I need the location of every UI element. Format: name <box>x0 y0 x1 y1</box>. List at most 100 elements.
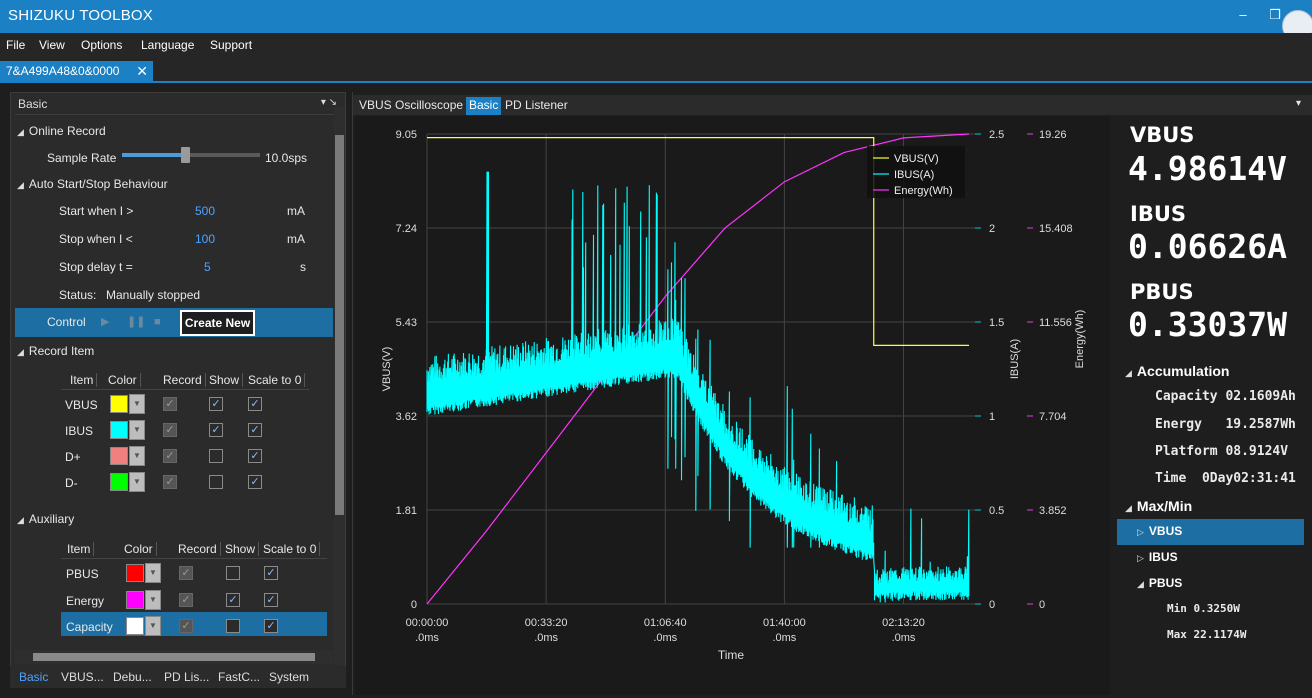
color-swatch[interactable] <box>126 590 144 609</box>
horizontal-scrollbar[interactable] <box>15 650 333 664</box>
restore-button[interactable]: ❒ <box>1266 6 1284 24</box>
show-checkbox[interactable]: ✓ <box>226 592 240 607</box>
tab-pd-listener-chart[interactable]: PD Listener <box>502 97 571 115</box>
grid-item-label: D+ <box>65 450 81 464</box>
scale-to-zero-checkbox[interactable]: ✓ <box>264 566 278 580</box>
auto-start-stop-section[interactable]: ◢ Auto Start/Stop Behaviour <box>17 177 168 191</box>
start-when-input[interactable]: 500 <box>195 204 215 218</box>
close-icon[interactable]: ✕ <box>136 63 148 80</box>
tab-debug[interactable]: Debu... <box>113 670 152 684</box>
chevron-down-icon[interactable]: ▼ <box>145 589 161 610</box>
menu-file[interactable]: File <box>6 38 25 52</box>
energy-tick-label: 3.852 <box>1039 505 1067 517</box>
menu-language[interactable]: Language <box>141 38 194 52</box>
expand-icon: ◢ <box>17 127 24 137</box>
scale-to-zero-checkbox[interactable]: ✓ <box>264 619 278 633</box>
record-checkbox: ✓ <box>163 423 177 437</box>
record-item-section[interactable]: ◢ Record Item <box>17 344 94 358</box>
chevron-down-icon[interactable]: ▼ <box>129 420 145 440</box>
stop-icon[interactable]: ■ <box>154 316 166 328</box>
tab-vbus[interactable]: VBUS... <box>61 670 104 684</box>
ibus-tick-label: 0 <box>989 599 995 611</box>
stop-delay-input[interactable]: 5 <box>204 260 211 274</box>
chevron-down-icon[interactable]: ▼ <box>145 563 161 583</box>
color-swatch[interactable] <box>110 395 128 413</box>
x-tick-label: .0ms <box>415 632 439 644</box>
vbus-tick-label: 1.81 <box>396 505 417 517</box>
auxiliary-section[interactable]: ◢ Auxiliary <box>17 512 74 526</box>
color-swatch[interactable] <box>126 564 144 582</box>
show-checkbox[interactable] <box>226 619 240 633</box>
panel-menu-icon[interactable]: ▾ <box>1293 97 1304 115</box>
play-icon[interactable]: ▶ <box>101 316 113 328</box>
color-swatch[interactable] <box>126 617 144 635</box>
pbus-max: Max 22.1174W <box>1167 628 1247 641</box>
pbus-min: Min 0.3250W <box>1167 602 1240 615</box>
vbus-tick-label: 0 <box>411 599 417 611</box>
scale-to-zero-checkbox[interactable]: ✓ <box>248 449 262 463</box>
maxmin-pbus-label: PBUS <box>1148 576 1183 590</box>
scale-to-zero-checkbox[interactable]: ✓ <box>248 475 262 489</box>
menu-support[interactable]: Support <box>210 38 252 52</box>
record-item-label: Record Item <box>28 344 95 358</box>
accumulation-section[interactable]: ◢ Accumulation <box>1125 363 1230 379</box>
show-checkbox[interactable] <box>209 475 223 489</box>
col-color: Color <box>108 373 141 387</box>
show-checkbox[interactable] <box>226 566 240 580</box>
chevron-down-icon[interactable]: ▼ <box>129 394 145 414</box>
col-color: Color <box>124 542 157 556</box>
ibus-value: 0.06626A <box>1128 227 1287 266</box>
tab-pd-listener[interactable]: PD Lis... <box>164 670 209 684</box>
maxmin-vbus[interactable]: ▷ VBUS <box>1137 524 1182 538</box>
chevron-down-icon[interactable]: ▼ <box>129 446 145 466</box>
maxmin-pbus[interactable]: ◢ PBUS <box>1137 576 1182 590</box>
col-record: Record <box>178 542 221 556</box>
scale-to-zero-checkbox[interactable]: ✓ <box>248 397 262 411</box>
show-checkbox[interactable]: ✓ <box>209 397 223 411</box>
chevron-down-icon[interactable]: ▼ <box>145 616 161 636</box>
tab-basic[interactable]: Basic <box>19 670 48 684</box>
grid-item-label: IBUS <box>65 424 94 438</box>
maxmin-ibus[interactable]: ▷ IBUS <box>1137 550 1178 564</box>
tab-fastcharge[interactable]: FastC... <box>218 670 260 684</box>
color-swatch[interactable] <box>110 447 128 465</box>
chart-tab-bar: VBUS Oscilloscope Basic PD Listener ▾ <box>353 95 1312 115</box>
minimize-button[interactable]: – <box>1234 6 1252 24</box>
tab-basic-chart[interactable]: Basic <box>466 97 502 115</box>
chevron-down-icon[interactable]: ▼ <box>129 472 145 492</box>
pause-icon[interactable]: ❚❚ <box>127 316 145 328</box>
maxmin-section[interactable]: ◢ Max/Min <box>1125 498 1192 514</box>
col-item: Item <box>67 542 95 556</box>
record-checkbox: ✓ <box>179 566 193 580</box>
menu-view[interactable]: View <box>39 38 65 52</box>
tab-vbus-oscilloscope[interactable]: VBUS Oscilloscope <box>356 97 466 115</box>
color-swatch[interactable] <box>110 473 128 491</box>
x-tick-label: 00:00:00 <box>406 617 449 629</box>
energy-tick-label: 11.556 <box>1039 317 1072 329</box>
tab-system[interactable]: System <box>269 670 309 684</box>
chart-area[interactable]: 9.05 7.24 5.43 3.62 1.81 0 00:00:00 .0ms 00:33:2… <box>355 116 1110 695</box>
scroll-thumb[interactable] <box>33 653 315 661</box>
stop-when-input[interactable]: 100 <box>195 232 215 246</box>
legend-label: IBUS(A) <box>894 169 934 181</box>
create-new-button[interactable]: Create New <box>180 310 255 336</box>
menu-bar: File View Options Language Support <box>0 33 1312 57</box>
record-checkbox: ✓ <box>179 619 193 633</box>
chart-svg[interactable]: 9.05 7.24 5.43 3.62 1.81 0 00:00:00 .0ms 00:33:2… <box>355 116 1110 695</box>
sample-rate-label: Sample Rate <box>47 151 117 165</box>
aux-grid-header: Item Color Record Show Scale to 0 <box>61 539 327 559</box>
scale-to-zero-checkbox[interactable]: ✓ <box>264 592 278 607</box>
sample-rate-slider-thumb[interactable] <box>181 147 190 163</box>
scroll-thumb[interactable] <box>335 135 344 515</box>
ibus-tick-label: 2 <box>989 223 995 235</box>
online-record-section[interactable]: ◢ Online Record <box>17 124 106 138</box>
device-tab[interactable]: 7&A499A48&0&0000 ✕ <box>0 61 153 83</box>
scale-to-zero-checkbox[interactable]: ✓ <box>248 423 262 437</box>
vertical-scrollbar[interactable] <box>334 107 345 665</box>
show-checkbox[interactable]: ✓ <box>209 423 223 437</box>
x-tick-label: .0ms <box>653 632 677 644</box>
menu-options[interactable]: Options <box>81 38 122 52</box>
pbus-value: 0.33037W <box>1128 305 1287 344</box>
show-checkbox[interactable] <box>209 449 223 463</box>
color-swatch[interactable] <box>110 421 128 439</box>
